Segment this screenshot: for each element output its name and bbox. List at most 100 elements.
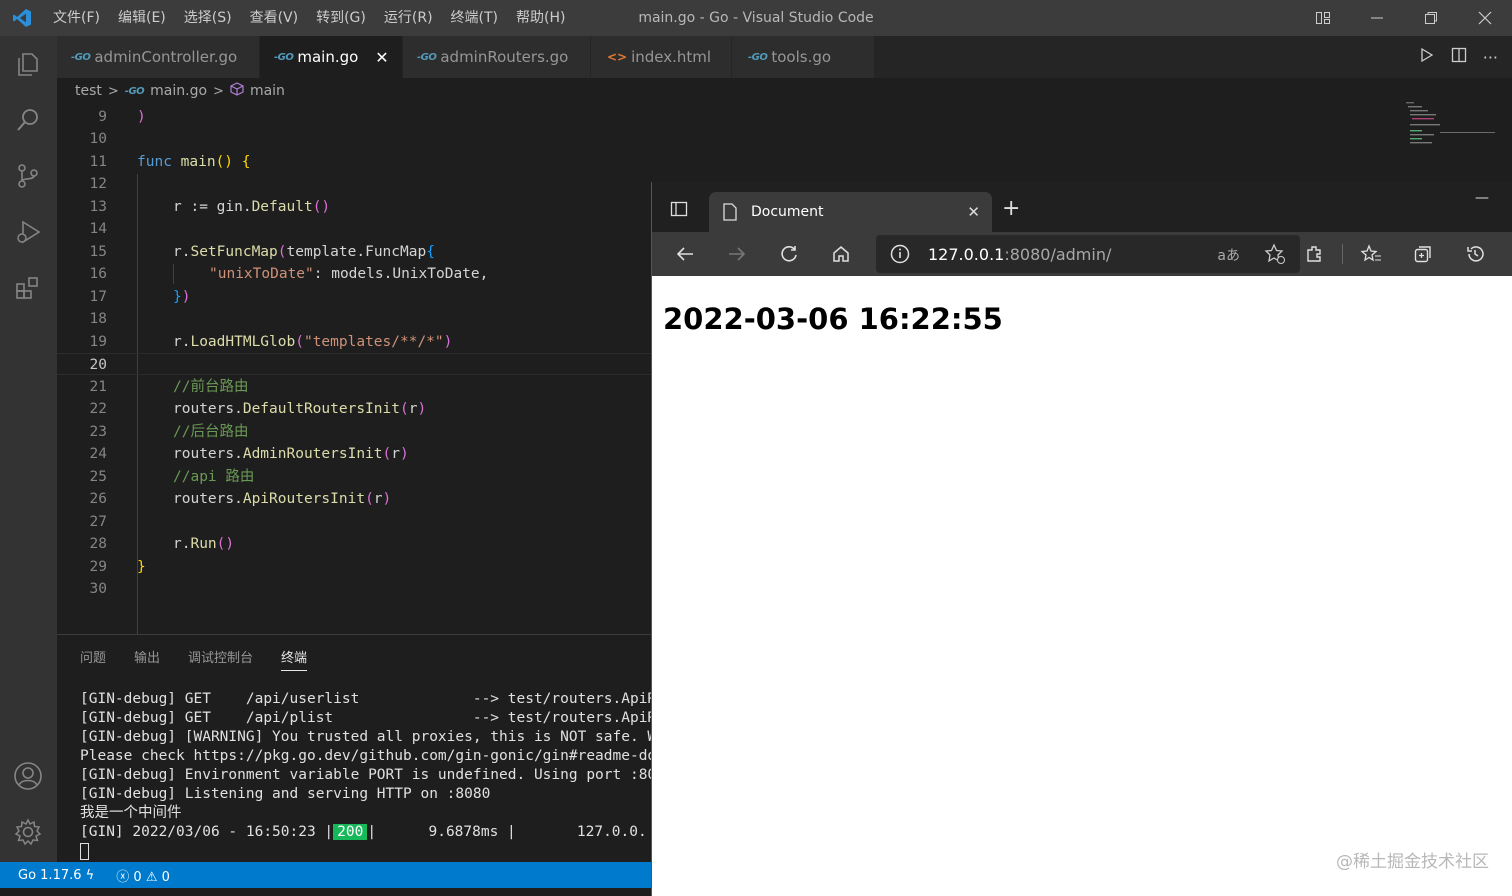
address-bar[interactable]: 127.0.0.1:8080/admin/ aあ <box>876 235 1300 273</box>
page-heading: 2022-03-06 16:22:55 <box>663 302 1003 336</box>
url-path: :8080/admin/ <box>1004 244 1112 264</box>
warning-icon: ⚠ <box>145 869 158 885</box>
tab-label: tools.go <box>771 48 832 66</box>
cube-icon <box>230 82 244 100</box>
breadcrumb: test > -GO main.go > main <box>57 78 651 104</box>
browser-page: 2022-03-06 16:22:55 @稀土掘金技术社区 <box>652 276 1512 896</box>
menu-edit[interactable]: 编辑(E) <box>109 0 175 36</box>
tab-actions-icon[interactable] <box>670 200 688 222</box>
code-editor[interactable]: 9) 10 11 func main() { 12 13 r := gin.Defa… <box>57 104 651 634</box>
code-line: 10 <box>89 131 107 147</box>
code-line: 25//api 路由 <box>89 469 255 485</box>
editor-tab-bar: -GO adminController.go -GO main.go ✕ -GO… <box>57 36 1512 78</box>
minimap[interactable] <box>1400 100 1500 160</box>
terminal-cursor <box>80 843 89 860</box>
split-editor-icon[interactable] <box>1451 47 1467 67</box>
browser-window: Document ✕ + — 127.0.0.1:8080/admin/ aあ … <box>651 182 1512 896</box>
collections-icon[interactable] <box>1408 239 1438 269</box>
go-file-icon: -GO <box>71 51 91 63</box>
add-favorite-icon[interactable] <box>1264 243 1286 269</box>
error-icon: ⓧ <box>116 869 130 885</box>
browser-toolbar: 127.0.0.1:8080/admin/ aあ <box>652 232 1512 276</box>
run-debug-icon[interactable] <box>12 216 44 248</box>
toolbar-divider <box>1342 244 1343 264</box>
code-line: 26 routers.ApiRoutersInit(r) <box>89 491 392 507</box>
new-tab-icon[interactable]: + <box>1002 196 1020 221</box>
code-line: 12 <box>89 176 107 192</box>
menu-file[interactable]: 文件(F) <box>44 0 109 36</box>
extensions-icon[interactable] <box>12 272 44 304</box>
menu-go[interactable]: 转到(G) <box>307 0 375 36</box>
menu-terminal[interactable]: 终端(T) <box>442 0 507 36</box>
history-icon[interactable] <box>1460 239 1490 269</box>
explorer-icon[interactable] <box>12 48 44 80</box>
code-line: 17}) <box>89 289 191 305</box>
layout-icon[interactable] <box>1296 0 1350 36</box>
refresh-icon[interactable] <box>774 239 804 269</box>
tab-main-go[interactable]: -GO main.go ✕ <box>260 36 402 78</box>
tab-debug-console[interactable]: 调试控制台 <box>188 647 253 671</box>
url-host: 127.0.0.1 <box>928 244 1005 264</box>
info-icon[interactable] <box>890 244 910 268</box>
menu-help[interactable]: 帮助(H) <box>507 0 574 36</box>
code-line: 24 routers.AdminRoutersInit(r) <box>89 446 409 462</box>
menu-selection[interactable]: 选择(S) <box>175 0 241 36</box>
back-arrow-icon[interactable] <box>670 239 700 269</box>
activity-bar <box>0 36 57 862</box>
terminal-line: 我是一个中间件 <box>80 805 182 821</box>
tab-label: adminController.go <box>94 48 238 66</box>
breadcrumb-symbol[interactable]: main <box>250 83 285 99</box>
settings-gear-icon[interactable] <box>12 816 44 848</box>
extensions-puzzle-icon[interactable] <box>1299 239 1329 269</box>
menu-view[interactable]: 查看(V) <box>241 0 308 36</box>
tab-index-html[interactable]: <> index.html <box>591 36 731 78</box>
go-file-icon: -GO <box>124 85 145 97</box>
tab-output[interactable]: 输出 <box>134 647 160 671</box>
search-icon[interactable] <box>12 104 44 136</box>
tab-problems[interactable]: 问题 <box>80 647 106 671</box>
title-bar: 文件(F) 编辑(E) 选择(S) 查看(V) 转到(G) 运行(R) 终端(T… <box>0 0 1512 36</box>
browser-tab-title: Document <box>751 204 824 220</box>
breadcrumb-file[interactable]: main.go <box>150 83 207 99</box>
terminal-line: [GIN-debug] GET /api/userlist --> test/r… <box>80 691 651 707</box>
tab-adminrouters[interactable]: -GO adminRouters.go <box>403 36 590 78</box>
code-line: 18 <box>89 311 107 327</box>
run-icon[interactable] <box>1419 47 1435 67</box>
panel-tabs: 问题 输出 调试控制台 终端 <box>80 647 308 671</box>
code-line: 22 routers.DefaultRoutersInit(r) <box>89 401 427 417</box>
problems-status[interactable]: ⓧ 0 ⚠ 0 <box>116 866 170 885</box>
document-icon <box>723 203 737 225</box>
chevron-right-icon: > <box>213 83 224 99</box>
tab-terminal[interactable]: 终端 <box>281 647 308 671</box>
close-window-button[interactable] <box>1458 0 1512 36</box>
terminal-line: [GIN-debug] [WARNING] You trusted all pr… <box>80 729 651 745</box>
code-line: 16 "unixToDate": models.UnixToDate, <box>89 266 489 282</box>
terminal-line: [GIN-debug] GET /api/plist --> test/rout… <box>80 710 651 726</box>
favorites-icon[interactable] <box>1356 239 1386 269</box>
terminal-line: [GIN-debug] Environment variable PORT is… <box>80 767 651 783</box>
account-icon[interactable] <box>12 760 44 792</box>
terminal-line: [GIN-debug] Listening and serving HTTP o… <box>80 786 491 802</box>
go-version-status[interactable]: Go 1.17.6 ϟ <box>18 868 94 883</box>
read-aloud-icon[interactable]: aあ <box>1217 245 1240 265</box>
code-line: 13 r := gin.Default() <box>89 199 331 215</box>
minimize-browser-button[interactable]: — <box>1475 190 1489 206</box>
source-control-icon[interactable] <box>12 160 44 192</box>
menu-bar: 文件(F) 编辑(E) 选择(S) 查看(V) 转到(G) 运行(R) 终端(T… <box>44 0 574 36</box>
code-line: 11 func main() { <box>89 154 251 170</box>
browser-tab-strip: Document ✕ + — <box>652 182 1512 232</box>
tab-admincontroller[interactable]: -GO adminController.go <box>57 36 259 78</box>
minimize-button[interactable] <box>1350 0 1404 36</box>
tab-tools-go[interactable]: -GO tools.go <box>732 36 874 78</box>
status-badge: 200 <box>333 824 368 840</box>
forward-arrow-icon[interactable] <box>722 239 752 269</box>
menu-run[interactable]: 运行(R) <box>375 0 442 36</box>
code-line: 30 <box>89 581 107 597</box>
restore-button[interactable] <box>1404 0 1458 36</box>
browser-tab[interactable]: Document ✕ <box>709 192 992 232</box>
close-tab-icon[interactable]: ✕ <box>967 203 980 221</box>
close-tab-icon[interactable]: ✕ <box>372 47 392 67</box>
more-actions-icon[interactable]: ··· <box>1483 48 1498 67</box>
breadcrumb-folder[interactable]: test <box>75 83 102 99</box>
home-icon[interactable] <box>826 239 856 269</box>
